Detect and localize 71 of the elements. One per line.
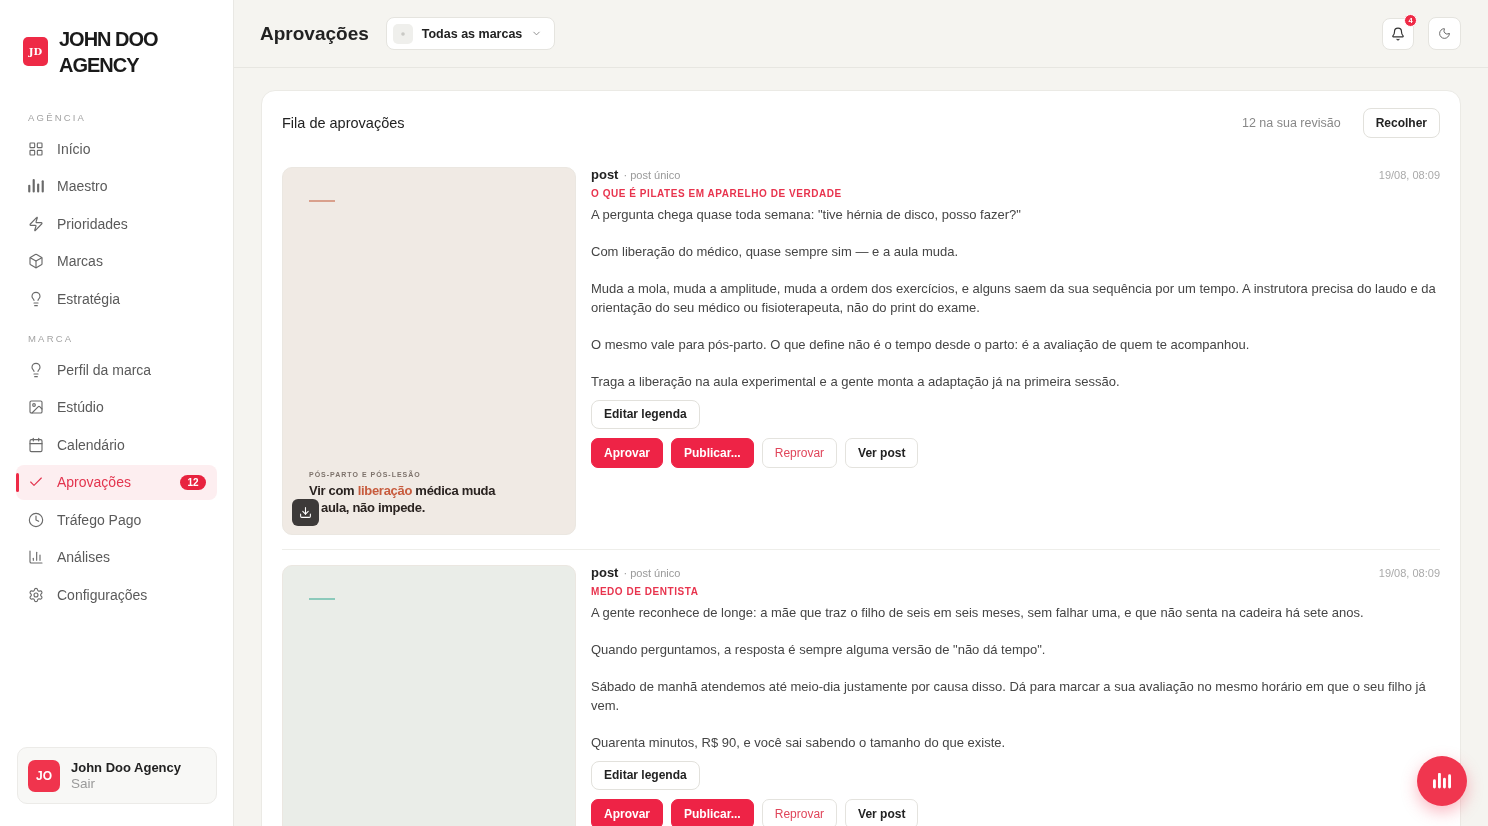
caption-paragraph: Sábado de manhã atendemos até meio-dia justamente por causa disso. Dá para marcar a sua avaliação no mesmo horário em que o seu filho já vem.	[591, 678, 1427, 715]
collapse-button[interactable]: Recolher	[1362, 108, 1440, 138]
brand-tile-icon	[392, 23, 413, 44]
logo-mark: JD	[23, 37, 48, 66]
active-indicator	[16, 472, 19, 492]
caption-paragraph: O mesmo vale para pós-parto. O que define não é o tempo desde o parto: é a avaliação de quem te acompanhou.	[591, 336, 1250, 355]
bell-icon	[1391, 26, 1405, 41]
bars-icon	[28, 179, 44, 193]
reject-button[interactable]: Reprovar	[761, 798, 838, 826]
view-post-button[interactable]: Ver post	[845, 437, 919, 468]
publish-button[interactable]: Publicar...	[671, 437, 754, 468]
theme-toggle-button[interactable]	[1428, 17, 1461, 50]
brand-name: JOHN DOO AGENCY	[59, 27, 159, 78]
lightning-icon	[28, 215, 44, 232]
caption-paragraph: Quarenta minutos, R$ 90, e você sai sabendo o tamanho do que existe.	[591, 734, 1006, 753]
sidebar-item[interactable]: Estúdio	[16, 389, 217, 425]
edit-caption-button[interactable]: Editar legenda	[591, 399, 700, 429]
post-format: · post único	[623, 168, 681, 183]
bars-icon	[1433, 773, 1451, 789]
clock-icon	[28, 511, 44, 528]
account-name: John Doo Agency	[71, 760, 182, 775]
page-title: Aprovações	[260, 22, 369, 45]
card-title: Fila de aprovações	[282, 115, 405, 131]
post-date: 19/08, 08:09	[1378, 566, 1440, 581]
lightbulb-icon	[28, 290, 44, 307]
post-title: O QUE É PILATES EM APARELHO DE VERDADE	[591, 186, 842, 201]
caption-paragraph: A pergunta chega quase toda semana: "tive hérnia de disco, posso fazer?"	[591, 206, 1021, 224]
avatar: JO	[28, 759, 60, 792]
sidebar-item[interactable]: Configurações	[16, 577, 217, 612]
moon-icon	[1438, 27, 1451, 40]
cube-icon	[28, 253, 44, 269]
image-icon	[28, 399, 44, 415]
lightbulb-icon	[28, 361, 44, 378]
bar-chart-icon	[28, 549, 44, 565]
caption-paragraph: Traga a liberação na aula experimental e a gente monta a adaptação já na primeira sessão.	[591, 373, 1120, 392]
sidebar-item[interactable]: Prioridades	[16, 206, 217, 241]
sidebar-item[interactable]: Análises	[16, 539, 217, 575]
section-label: AGÊNCIA	[27, 112, 88, 123]
post-type: post	[591, 167, 619, 182]
review-count: 12 na sua revisão	[1241, 116, 1341, 130]
preview-headline: Vir com liberação médica muda aula, não impede.	[309, 482, 497, 516]
approve-button[interactable]: Aprovar	[591, 437, 663, 468]
count-badge: 12	[180, 474, 206, 490]
sidebar-item[interactable]: Aprovações 12	[16, 464, 217, 500]
post-date: 19/08, 08:09	[1378, 168, 1440, 183]
caption-paragraph: Quando perguntamos, a resposta é sempre alguma versão de "não dá tempo".	[591, 641, 1046, 660]
post-type: post	[591, 565, 619, 580]
post-title: MEDO DE DENTISTA	[591, 585, 699, 599]
sidebar-item[interactable]: Tráfego Pago	[16, 502, 217, 537]
sidebar-item[interactable]: Estratégia	[16, 281, 217, 316]
caption-paragraph: A gente reconhece de longe: a mãe que traz o filho de seis em seis meses, sem falhar uma, e que não senta na cadeira há sete anos.	[591, 604, 1364, 622]
edit-caption-button[interactable]: Editar legenda	[591, 760, 700, 790]
sidebar-item[interactable]: Maestro	[16, 168, 217, 204]
sidebar-item[interactable]: Início	[16, 131, 217, 166]
approve-button[interactable]: Aprovar	[591, 798, 663, 826]
caption-paragraph: Com liberação do médico, quase sempre sim — e a aula muda.	[591, 243, 959, 262]
grid-icon	[28, 140, 44, 157]
download-icon	[299, 506, 312, 519]
view-post-button[interactable]: Ver post	[845, 798, 919, 826]
publish-button[interactable]: Publicar...	[671, 798, 754, 826]
sidebar-item[interactable]: Calendário	[16, 427, 217, 462]
download-button[interactable]	[292, 499, 319, 526]
post-format: · post único	[623, 566, 681, 581]
settings-icon	[28, 586, 44, 603]
reject-button[interactable]: Reprovar	[761, 437, 838, 468]
calendar-icon	[28, 436, 44, 453]
sidebar-item[interactable]: Perfil da marca	[16, 352, 217, 387]
section-label: MARCA	[27, 333, 75, 344]
sidebar-item[interactable]: Marcas	[16, 243, 217, 279]
caption-paragraph: Muda a mola, muda a amplitude, muda a ordem dos exercícios, e alguns saem da sua sequência por um tempo. A instrutora precisa do laudo e da orientação do seu médico ou fisioterapeuta, não do print do exame.	[591, 280, 1437, 317]
brand-filter-dropdown[interactable]: Todas as marcas	[385, 17, 556, 50]
